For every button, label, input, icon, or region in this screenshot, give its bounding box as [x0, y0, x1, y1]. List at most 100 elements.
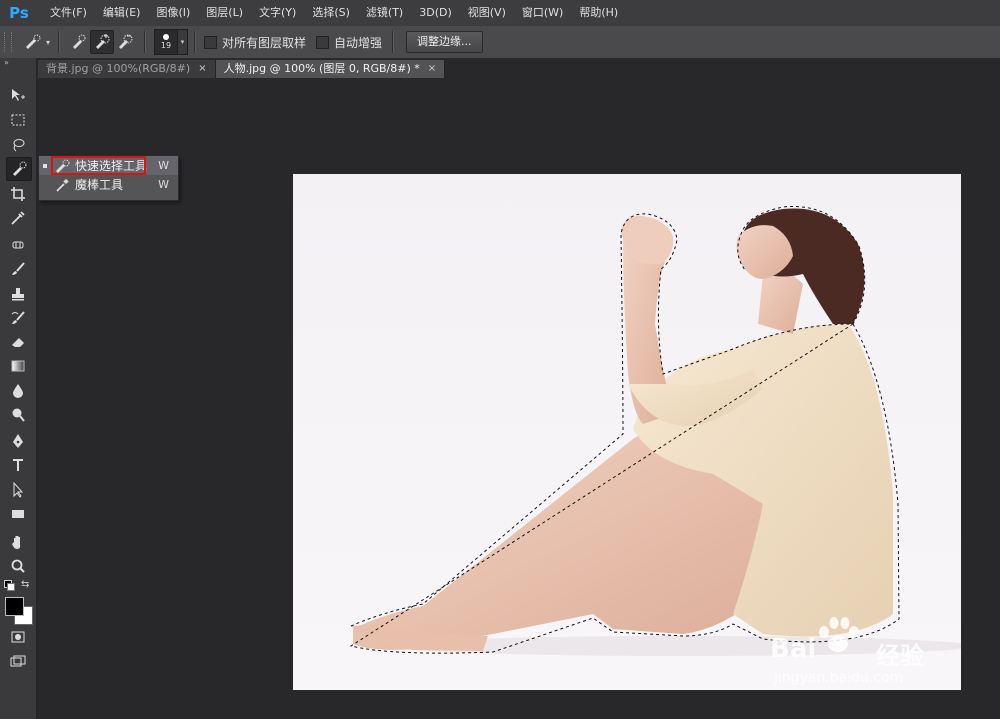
- flyout-item-quick-selection[interactable]: 快速选择工具 W: [39, 156, 178, 175]
- menu-file[interactable]: 文件(F): [42, 0, 95, 26]
- hand-icon: [12, 536, 21, 549]
- eyedropper-icon: [11, 211, 25, 225]
- crop-tool[interactable]: [6, 183, 30, 205]
- dodge-tool[interactable]: [6, 404, 30, 426]
- shortcut-key: W: [158, 159, 169, 172]
- divider: [144, 31, 147, 53]
- history-brush-tool[interactable]: [6, 307, 30, 329]
- options-bar: ▾ 19 ▾ 对所有图层取样 自动增强 调整边缘...: [0, 26, 1000, 59]
- stamp-icon: [12, 288, 24, 301]
- rectangle-tool[interactable]: [6, 503, 30, 525]
- divider: [194, 31, 197, 53]
- crop-icon: [11, 187, 25, 201]
- quick-mask-button[interactable]: [6, 626, 30, 648]
- menu-filter[interactable]: 滤镜(T): [358, 0, 411, 26]
- screen-mode-button[interactable]: [6, 651, 30, 673]
- add-to-selection-button[interactable]: [90, 30, 115, 54]
- add-selection-icon: [96, 34, 110, 49]
- refine-edge-button[interactable]: 调整边缘...: [406, 31, 483, 53]
- brush-size-value: 19: [160, 41, 172, 50]
- pen-icon: [13, 434, 23, 448]
- document-canvas[interactable]: [293, 174, 961, 690]
- dodge-icon: [12, 408, 25, 422]
- options-bar-grip[interactable]: [4, 32, 12, 52]
- path-selection-tool[interactable]: [6, 479, 30, 501]
- blur-tool[interactable]: [6, 380, 30, 402]
- divider: [58, 31, 61, 53]
- flyout-item-magic-wand[interactable]: 魔棒工具 W: [39, 175, 178, 194]
- tab-background-jpg[interactable]: 背景.jpg @ 100%(RGB/8#) ×: [38, 60, 216, 78]
- flyout-item-label: 魔棒工具: [75, 178, 124, 192]
- quick-selection-tool[interactable]: [6, 157, 32, 181]
- tab-person-jpg[interactable]: 人物.jpg @ 100% (图层 0, RGB/8#) * ×: [215, 60, 446, 78]
- menu-layer[interactable]: 图层(L): [198, 0, 251, 26]
- menu-3d[interactable]: 3D(D): [411, 0, 460, 26]
- new-selection-button[interactable]: [68, 31, 90, 53]
- document-tabs: 背景.jpg @ 100%(RGB/8#) × 人物.jpg @ 100% (图…: [38, 59, 1000, 78]
- rectangle-icon: [12, 510, 24, 518]
- menu-window[interactable]: 窗口(W): [514, 0, 571, 26]
- checkbox-box[interactable]: [204, 35, 218, 49]
- photoshop-logo: Ps: [9, 4, 29, 22]
- collapse-panel-icon[interactable]: »: [0, 58, 36, 68]
- type-icon: [13, 459, 23, 471]
- gradient-icon: [11, 360, 25, 372]
- menu-image[interactable]: 图像(I): [148, 0, 198, 26]
- auto-enhance-label: 自动增强: [334, 35, 383, 50]
- tool-flyout-menu: 快速选择工具 W 魔棒工具 W: [38, 155, 179, 201]
- spot-healing-icon: [12, 241, 24, 249]
- subtract-selection-button[interactable]: [114, 31, 136, 53]
- brush-dot-icon: [163, 34, 170, 40]
- path-selection-icon: [13, 482, 24, 498]
- tool-preset-picker[interactable]: ▾: [22, 32, 50, 52]
- divider: [392, 31, 395, 53]
- default-colors-icon[interactable]: [4, 580, 15, 591]
- screen-mode-icon: [10, 655, 26, 667]
- menu-edit[interactable]: 编辑(E): [95, 0, 149, 26]
- brush-dropdown-chevron-icon[interactable]: ▾: [178, 29, 189, 55]
- blur-icon: [13, 384, 23, 398]
- person-photo: [293, 174, 961, 690]
- magic-wand-icon: [55, 178, 71, 192]
- checkbox-box[interactable]: [316, 35, 330, 49]
- brush-size-picker[interactable]: 19: [154, 29, 179, 55]
- hand-tool[interactable]: [6, 531, 30, 553]
- stamp-tool[interactable]: [6, 283, 30, 305]
- zoom-tool[interactable]: [6, 555, 30, 577]
- eraser-tool[interactable]: [6, 331, 30, 353]
- type-tool[interactable]: [6, 454, 30, 476]
- sample-all-layers-label: 对所有图层取样: [222, 35, 307, 50]
- pen-tool[interactable]: [6, 430, 30, 452]
- eyedropper-tool[interactable]: [6, 207, 30, 229]
- lasso-tool[interactable]: [6, 134, 30, 156]
- move-tool[interactable]: [6, 84, 30, 106]
- tab-label: 背景.jpg @ 100%(RGB/8#): [46, 62, 191, 75]
- close-icon[interactable]: ×: [428, 60, 436, 78]
- selected-bullet-icon: [43, 163, 47, 168]
- tools-panel: » ⇆: [0, 58, 37, 719]
- sample-all-layers-checkbox[interactable]: 对所有图层取样: [204, 34, 306, 51]
- subtract-selection-icon: [119, 34, 133, 49]
- spot-healing-tool[interactable]: [6, 234, 30, 256]
- menu-help[interactable]: 帮助(H): [571, 0, 626, 26]
- tab-label: 人物.jpg @ 100% (图层 0, RGB/8#) *: [223, 62, 420, 75]
- foreground-color-swatch[interactable]: [5, 597, 24, 616]
- swap-colors-icon[interactable]: ⇆: [21, 579, 29, 590]
- auto-enhance-checkbox[interactable]: 自动增强: [316, 34, 382, 51]
- menu-type[interactable]: 文字(Y): [251, 0, 304, 26]
- move-icon: [12, 89, 25, 101]
- brush-icon: [12, 262, 25, 275]
- red-highlight-box: [51, 156, 146, 175]
- zoom-icon: [11, 559, 25, 573]
- lasso-icon: [13, 139, 25, 152]
- menu-view[interactable]: 视图(V): [460, 0, 514, 26]
- menu-select[interactable]: 选择(S): [304, 0, 358, 26]
- shortcut-key: W: [158, 178, 169, 191]
- gradient-tool[interactable]: [6, 355, 30, 377]
- marquee-tool[interactable]: [6, 109, 30, 131]
- close-icon[interactable]: ×: [198, 60, 206, 78]
- brush-tool[interactable]: [6, 258, 30, 280]
- eraser-icon: [12, 338, 24, 347]
- quick-selection-icon: [26, 34, 41, 49]
- chevron-down-icon: ▾: [46, 37, 51, 47]
